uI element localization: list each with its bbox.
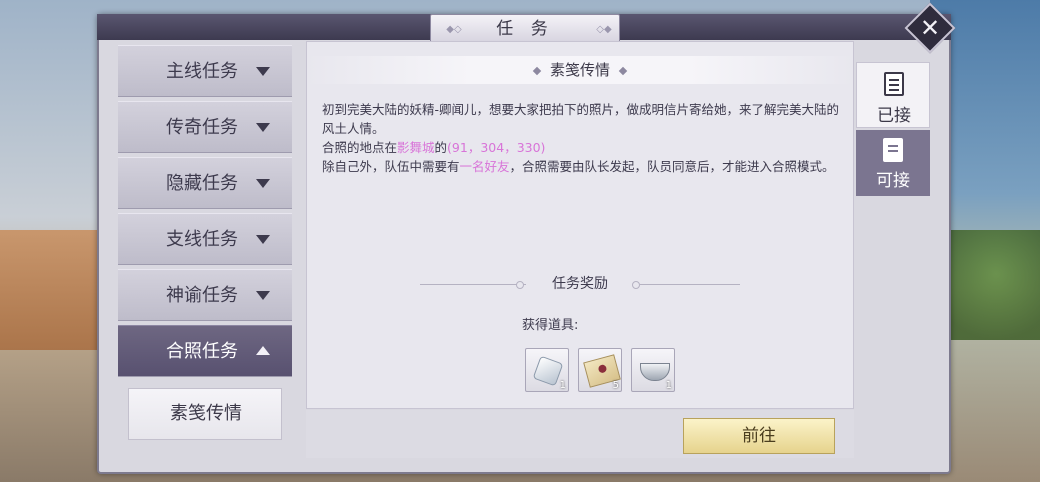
quest-title-bar: 素笺传情 bbox=[306, 56, 854, 84]
category-label: 传奇任务 bbox=[166, 117, 238, 138]
close-icon[interactable]: ✕ bbox=[912, 10, 948, 46]
tab-available[interactable]: 可接 bbox=[856, 130, 930, 196]
item-count: 1 bbox=[559, 380, 566, 391]
scroll-check-icon bbox=[883, 138, 903, 162]
quest-title-row: 素笺传情 bbox=[306, 56, 854, 84]
chevron-down-icon bbox=[256, 235, 270, 244]
requirement-suffix: ，合照需要由队长发起，队员同意后，才能进入合照模式。 bbox=[509, 159, 835, 174]
location-mid: 的 bbox=[434, 140, 448, 155]
category-photo-quest[interactable]: 合照任务 bbox=[118, 325, 292, 377]
go-button[interactable]: 前往 bbox=[683, 418, 835, 454]
quest-list-item-label: 素笺传情 bbox=[170, 403, 242, 424]
scroll-icon bbox=[884, 72, 904, 96]
silver-ingot-icon bbox=[640, 363, 670, 381]
category-label: 支线任务 bbox=[166, 229, 238, 250]
item-count: 1 bbox=[665, 380, 672, 391]
location-prefix: 合照的地点在 bbox=[322, 140, 398, 155]
category-oracle-quest[interactable]: 神谕任务 bbox=[118, 269, 292, 321]
category-list: 主线任务 传奇任务 隐藏任务 支线任务 神谕任务 合照任务 素笺传情 bbox=[118, 45, 292, 445]
category-legend-quest[interactable]: 传奇任务 bbox=[118, 101, 292, 153]
dialog-title: 任 务 bbox=[496, 19, 554, 39]
dialog-title-plate: ◆◇ 任 务 ◇◆ bbox=[430, 14, 620, 44]
chevron-down-icon bbox=[256, 67, 270, 76]
requirement-prefix: 除自己外，队伍中需要有 bbox=[322, 159, 460, 174]
category-main-quest[interactable]: 主线任务 bbox=[118, 45, 292, 97]
ornament-icon: ◆◇ bbox=[446, 24, 462, 35]
location-place: 影舞城 bbox=[397, 140, 435, 155]
divider bbox=[640, 284, 740, 285]
quest-description: 初到完美大陆的妖精-卿闻儿，想要大家把拍下的照片，做成明信片寄给她，来了解完美大… bbox=[322, 100, 846, 178]
chevron-down-icon bbox=[256, 123, 270, 132]
category-label: 主线任务 bbox=[166, 61, 238, 82]
background-scenery bbox=[0, 230, 110, 350]
items-label: 获得道具: bbox=[522, 318, 579, 333]
category-label: 神谕任务 bbox=[166, 285, 238, 306]
category-label: 合照任务 bbox=[166, 341, 238, 362]
location-coords: (91，304，330) bbox=[447, 140, 546, 155]
tab-label: 已接 bbox=[877, 106, 911, 126]
chevron-up-icon bbox=[256, 346, 270, 355]
category-label: 隐藏任务 bbox=[166, 173, 238, 194]
tab-accepted[interactable]: 已接 bbox=[856, 62, 930, 128]
quest-description-line: 初到完美大陆的妖精-卿闻儿，想要大家把拍下的照片，做成明信片寄给她，来了解完美大… bbox=[322, 102, 840, 136]
reward-item[interactable]: 5 bbox=[578, 348, 622, 392]
reward-item[interactable]: 1 bbox=[525, 348, 569, 392]
diamond-icon bbox=[532, 66, 542, 75]
item-count: 5 bbox=[612, 380, 619, 391]
tab-label: 可接 bbox=[876, 171, 910, 191]
quest-list-item[interactable]: 素笺传情 bbox=[128, 388, 282, 440]
quest-requirement-line: 除自己外，队伍中需要有一名好友，合照需要由队长发起，队员同意后，才能进入合照模式… bbox=[322, 157, 846, 176]
divider-dot bbox=[516, 281, 524, 289]
divider-dot bbox=[632, 281, 640, 289]
chevron-down-icon bbox=[256, 179, 270, 188]
divider bbox=[420, 284, 526, 285]
category-hidden-quest[interactable]: 隐藏任务 bbox=[118, 157, 292, 209]
ornament-icon: ◇◆ bbox=[596, 24, 612, 35]
quest-title: 素笺传情 bbox=[549, 61, 610, 79]
diamond-icon bbox=[618, 66, 628, 75]
category-side-quest[interactable]: 支线任务 bbox=[118, 213, 292, 265]
chevron-down-icon bbox=[256, 291, 270, 300]
quest-location-line: 合照的地点在影舞城的(91，304，330) bbox=[322, 138, 846, 157]
reward-item[interactable]: 1 bbox=[631, 348, 675, 392]
rewards-heading: 任务奖励 bbox=[552, 276, 608, 292]
requirement-highlight: 一名好友 bbox=[459, 159, 510, 174]
